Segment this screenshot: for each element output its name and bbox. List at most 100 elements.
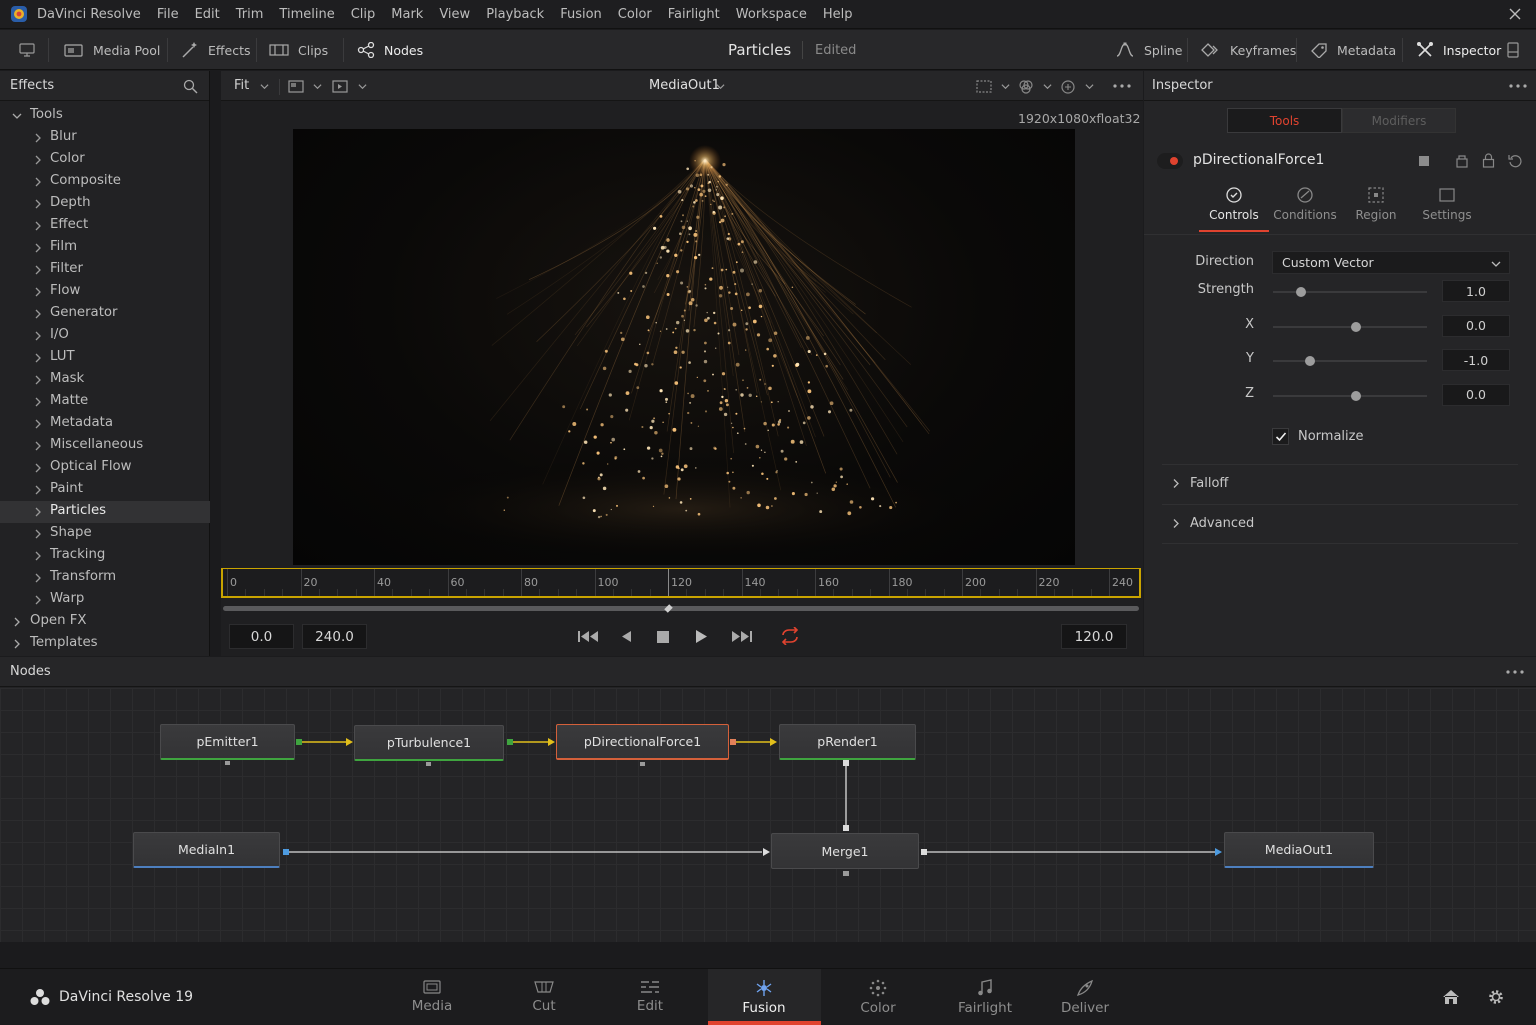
play-icon[interactable] bbox=[694, 629, 708, 644]
chevron-down-icon[interactable] bbox=[1085, 82, 1094, 91]
tree-item[interactable]: LUT bbox=[0, 347, 210, 369]
reset-icon[interactable] bbox=[1508, 154, 1522, 168]
more-options-icon[interactable] bbox=[1113, 84, 1131, 88]
playhead-marker[interactable] bbox=[668, 569, 669, 596]
tree-item[interactable]: Depth bbox=[0, 193, 210, 215]
node-merge[interactable]: Merge1 bbox=[771, 833, 919, 869]
keyframes-button[interactable]: Keyframes bbox=[1201, 30, 1296, 70]
page-deliver[interactable]: Deliver bbox=[1040, 969, 1130, 1025]
render-end-field[interactable]: 240.0 bbox=[302, 624, 367, 649]
menu-clip[interactable]: Clip bbox=[351, 7, 376, 22]
section-falloff[interactable]: Falloff bbox=[1162, 464, 1518, 502]
page-color[interactable]: Color bbox=[833, 969, 923, 1025]
subview-icon[interactable] bbox=[332, 80, 348, 93]
menu-trim[interactable]: Trim bbox=[236, 7, 264, 22]
menu-help[interactable]: Help bbox=[823, 7, 853, 22]
inspector-button[interactable]: Inspector bbox=[1416, 30, 1501, 70]
go-to-end-icon[interactable] bbox=[731, 629, 753, 644]
menu-workspace[interactable]: Workspace bbox=[736, 7, 807, 22]
tree-item[interactable]: Shape bbox=[0, 523, 210, 545]
node-mediaout[interactable]: MediaOut1 bbox=[1224, 832, 1374, 868]
slider-handle[interactable] bbox=[1295, 287, 1306, 297]
color-swatch-icon[interactable] bbox=[1418, 155, 1430, 167]
tree-item[interactable]: Film bbox=[0, 237, 210, 259]
zoom-dropdown[interactable]: Fit bbox=[234, 78, 249, 93]
menu-playback[interactable]: Playback bbox=[486, 7, 544, 22]
page-cut[interactable]: Cut bbox=[499, 969, 589, 1025]
panel-toggle-icon[interactable] bbox=[1507, 42, 1519, 58]
tree-tools[interactable]: Tools bbox=[0, 105, 210, 127]
tab-settings[interactable]: Settings bbox=[1412, 186, 1482, 222]
close-window-icon[interactable] bbox=[1508, 7, 1522, 21]
menu-timeline[interactable]: Timeline bbox=[279, 7, 334, 22]
page-fusion[interactable]: Fusion bbox=[719, 969, 809, 1025]
tree-item[interactable]: Paint bbox=[0, 479, 210, 501]
menu-color[interactable]: Color bbox=[618, 7, 652, 22]
page-fairlight[interactable]: Fairlight bbox=[940, 969, 1030, 1025]
view-mode-icon[interactable] bbox=[288, 80, 304, 93]
nodes-button[interactable]: Nodes bbox=[357, 30, 423, 70]
normalize-checkbox[interactable] bbox=[1272, 428, 1289, 445]
scrub-handle[interactable] bbox=[664, 604, 673, 613]
metadata-button[interactable]: Metadata bbox=[1310, 30, 1396, 70]
chevron-down-icon[interactable] bbox=[1043, 82, 1052, 91]
spline-button[interactable]: Spline bbox=[1115, 30, 1182, 70]
tree-templates[interactable]: Templates bbox=[0, 633, 210, 655]
section-advanced[interactable]: Advanced bbox=[1162, 504, 1518, 542]
node-pdirectionalforce[interactable]: pDirectionalForce1 bbox=[556, 724, 729, 760]
chevron-down-icon[interactable] bbox=[313, 82, 322, 91]
chevron-down-icon[interactable] bbox=[716, 82, 725, 91]
effects-button[interactable]: Effects bbox=[181, 30, 251, 70]
menu-edit[interactable]: Edit bbox=[195, 7, 220, 22]
search-icon[interactable] bbox=[183, 79, 198, 94]
tree-item[interactable]: Color bbox=[0, 149, 210, 171]
tree-item[interactable]: Miscellaneous bbox=[0, 435, 210, 457]
menu-file[interactable]: File bbox=[157, 7, 179, 22]
more-options-icon[interactable] bbox=[1509, 84, 1527, 88]
tree-item[interactable]: Metadata bbox=[0, 413, 210, 435]
node-prender[interactable]: pRender1 bbox=[779, 724, 916, 760]
viewer-canvas[interactable] bbox=[293, 129, 1075, 565]
current-frame-field[interactable]: 120.0 bbox=[1061, 624, 1127, 649]
tree-item[interactable]: Mask bbox=[0, 369, 210, 391]
menu-fairlight[interactable]: Fairlight bbox=[668, 7, 720, 22]
tree-item[interactable]: Particles bbox=[0, 501, 210, 523]
lut-icon[interactable] bbox=[1060, 79, 1076, 95]
tree-item[interactable]: Matte bbox=[0, 391, 210, 413]
param-slider[interactable] bbox=[1273, 321, 1427, 332]
scrub-bar[interactable] bbox=[223, 604, 1139, 613]
tab-region[interactable]: Region bbox=[1341, 186, 1411, 222]
param-slider[interactable] bbox=[1273, 356, 1427, 366]
tree-item[interactable]: Blur bbox=[0, 127, 210, 149]
render-start-field[interactable]: 0.0 bbox=[229, 624, 294, 649]
segment-modifiers[interactable]: Modifiers bbox=[1342, 108, 1456, 133]
stop-icon[interactable] bbox=[656, 630, 670, 644]
node-pemitter[interactable]: pEmitter1 bbox=[160, 724, 295, 760]
param-value-field[interactable]: 0.0 bbox=[1442, 314, 1510, 337]
chevron-down-icon[interactable] bbox=[358, 82, 367, 91]
param-slider[interactable] bbox=[1273, 287, 1427, 297]
version-icon[interactable] bbox=[1455, 153, 1469, 168]
chevron-down-icon[interactable] bbox=[1001, 82, 1010, 91]
chevron-down-icon[interactable] bbox=[260, 82, 269, 91]
more-options-icon[interactable] bbox=[1506, 670, 1524, 674]
tree-item[interactable]: Effect bbox=[0, 215, 210, 237]
direction-dropdown[interactable]: Custom Vector bbox=[1272, 251, 1510, 274]
menu-mark[interactable]: Mark bbox=[391, 7, 423, 22]
home-icon[interactable] bbox=[1442, 989, 1460, 1005]
tree-item[interactable]: Composite bbox=[0, 171, 210, 193]
node-editor[interactable]: pEmitter1 pTurbulence1 pDirectionalForce… bbox=[0, 688, 1536, 942]
tree-item[interactable]: Generator bbox=[0, 303, 210, 325]
tree-item[interactable]: Transform bbox=[0, 567, 210, 589]
page-edit[interactable]: Edit bbox=[605, 969, 695, 1025]
segment-tools[interactable]: Tools bbox=[1227, 108, 1342, 133]
tree-item[interactable]: Flow bbox=[0, 281, 210, 303]
param-value-field[interactable]: 1.0 bbox=[1442, 280, 1510, 302]
node-mediain[interactable]: MediaIn1 bbox=[133, 832, 280, 868]
tree-open-fx[interactable]: Open FX bbox=[0, 611, 210, 633]
node-enable-toggle[interactable] bbox=[1157, 153, 1183, 169]
param-slider[interactable] bbox=[1273, 390, 1427, 401]
menu-view[interactable]: View bbox=[439, 7, 470, 22]
viewer-output-dropdown[interactable]: MediaOut1 bbox=[649, 78, 720, 93]
monitor-icon[interactable] bbox=[19, 42, 35, 58]
